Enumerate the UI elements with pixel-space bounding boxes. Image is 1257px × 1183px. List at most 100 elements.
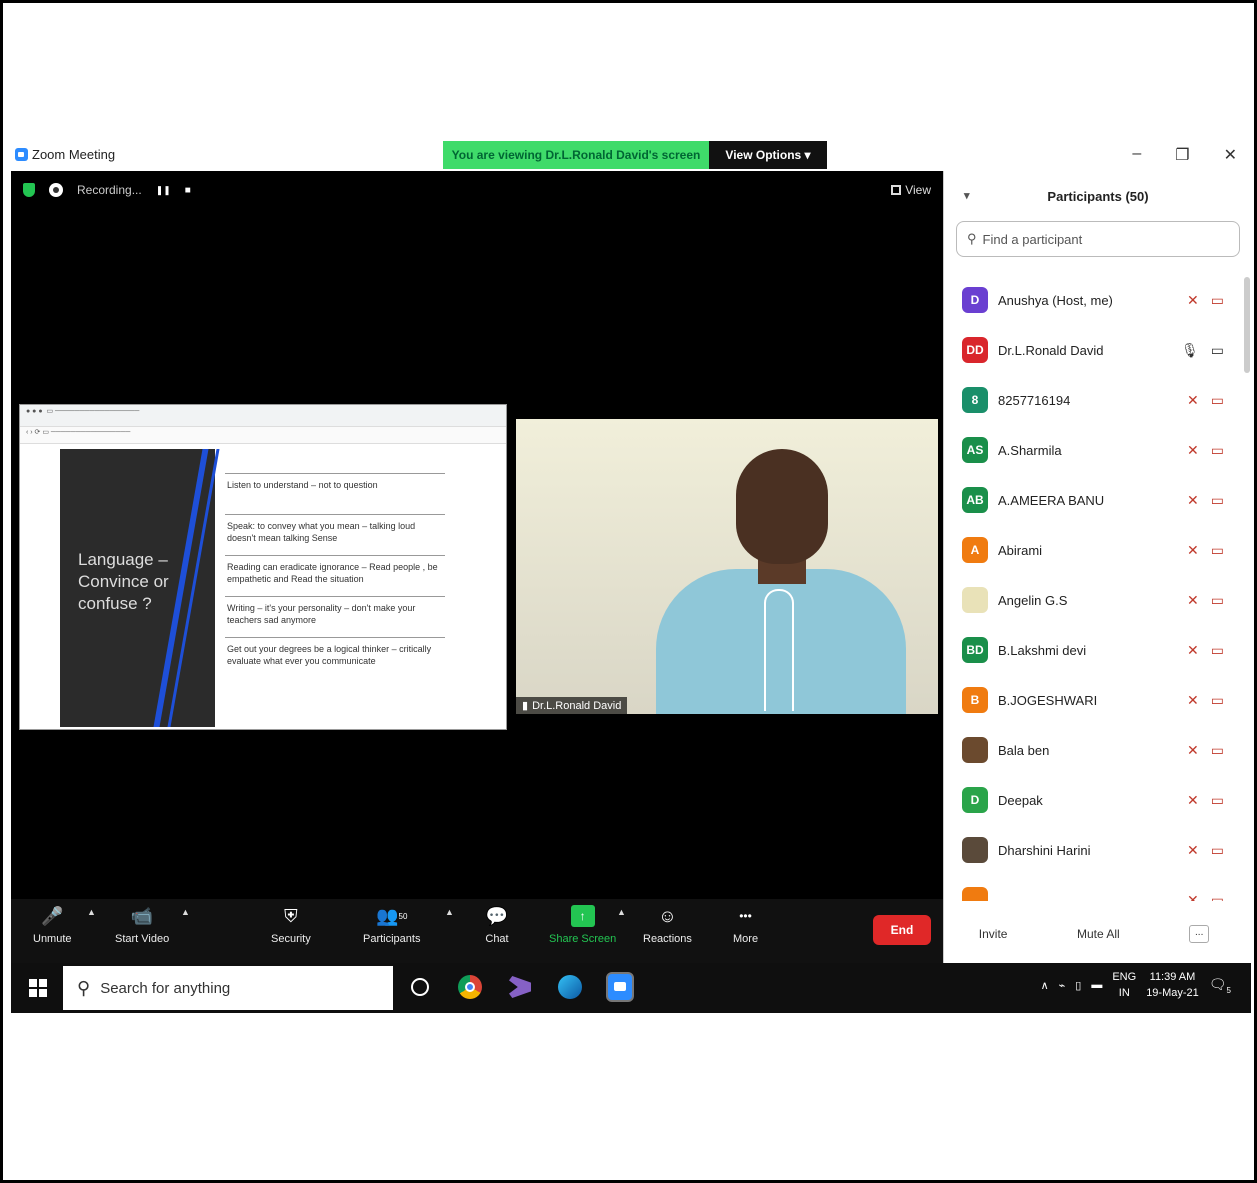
network-icon[interactable]: ⌁ (1059, 979, 1066, 992)
microphone-muted-icon: ✕ (1187, 591, 1199, 608)
display-icon[interactable]: ▬ (1091, 979, 1102, 991)
participant-row[interactable]: D Anushya (Host, me) ✕ ▭ (944, 275, 1244, 325)
video-off-icon: ▭ (1210, 591, 1224, 608)
window-controls: – ❐ ✕ (1132, 145, 1237, 165)
participant-row[interactable]: Dharshini Harini ✕ ▭ (944, 825, 1244, 875)
security-button[interactable]: ⛨ Security (271, 905, 311, 946)
unmute-button[interactable]: 🎤 Unmute (33, 905, 72, 946)
participant-row[interactable]: D Deepak ✕ ▭ (944, 775, 1244, 825)
participant-name: Deepak (998, 792, 1043, 808)
video-off-icon: ▭ (1210, 291, 1224, 308)
minimize-button[interactable]: – (1132, 145, 1141, 165)
start-video-button[interactable]: 📹 Start Video (115, 905, 169, 946)
pause-recording-icon[interactable]: ❚❚ (156, 185, 171, 196)
notifications-icon[interactable]: 🗨5 (1209, 976, 1231, 995)
participants-footer: Invite Mute All ... (944, 925, 1244, 943)
participant-name: Dr.L.Ronald David (998, 342, 1104, 358)
participant-status-icons: ✕ ▭ (1187, 442, 1224, 459)
participant-status-icons: 🎙 ▭ (1181, 342, 1224, 359)
chrome-icon[interactable] (456, 971, 484, 1003)
video-options-caret-icon[interactable]: ▲ (181, 907, 190, 917)
search-icon: ⚲ (77, 977, 91, 998)
window-titlebar: Zoom Meeting You are viewing Dr.L.Ronald… (11, 141, 1251, 171)
windows-taskbar: ⚲ Search for anything ∧ ⌁ ▯ ▬ ENG IN 11:… (11, 963, 1251, 1013)
clock-time: 11:39 AM (1149, 971, 1196, 983)
meeting-area: Recording... ❚❚ ■ View ● ● ● ▭ ─────────… (11, 171, 943, 963)
restore-button[interactable]: ❐ (1175, 145, 1189, 165)
visual-studio-icon[interactable] (506, 971, 534, 1003)
meeting-toolbar: 🎤 Unmute ▲ 📹 Start Video ▲ ⛨ Security 👥 5… (11, 899, 943, 963)
share-options-caret-icon[interactable]: ▲ (617, 907, 626, 917)
participant-row[interactable]: BD B.Lakshmi devi ✕ ▭ (944, 625, 1244, 675)
reactions-button[interactable]: ☺ Reactions (643, 905, 692, 946)
participant-row[interactable]: Angelin G.S ✕ ▭ (944, 575, 1244, 625)
participant-row[interactable]: 8 8257716194 ✕ ▭ (944, 375, 1244, 425)
participant-row[interactable]: DD Dr.L.Ronald David 🎙 ▭ (944, 325, 1244, 375)
chat-button[interactable]: 💬 Chat (485, 905, 509, 946)
encryption-shield-icon[interactable] (23, 183, 35, 197)
windows-start-icon[interactable] (29, 979, 47, 997)
participant-name: B.JOGESHWARI (998, 692, 1098, 708)
tray-chevron-icon[interactable]: ∧ (1041, 979, 1049, 992)
participants-panel: ▾ Participants (50) ⚲ Find a participant… (943, 171, 1252, 963)
video-off-icon: 📹 (130, 905, 154, 926)
video-off-icon: ▭ (1210, 791, 1224, 808)
more-button[interactable]: ••• More (733, 905, 758, 945)
participants-scrollbar[interactable] (1244, 277, 1250, 373)
participants-caret-icon[interactable]: ▲ (445, 907, 454, 917)
participant-status-icons: ✕ ▭ (1187, 692, 1224, 709)
participant-row[interactable]: B B.JOGESHWARI ✕ ▭ (944, 675, 1244, 725)
view-label: View (905, 183, 931, 197)
battery-icon[interactable]: ▯ (1075, 979, 1081, 992)
zoom-app-icon[interactable] (606, 971, 634, 1003)
taskbar-search[interactable]: ⚲ Search for anything (63, 966, 393, 1010)
share-screen-button[interactable]: ↑ Share Screen (549, 905, 616, 945)
language-indicator[interactable]: ENG IN (1112, 969, 1136, 1001)
clock[interactable]: 11:39 AM 19-May-21 (1146, 969, 1199, 1001)
cortana-icon[interactable] (406, 971, 434, 1003)
participant-status-icons: ✕ ▭ (1187, 842, 1224, 859)
app-title: Zoom Meeting (15, 147, 115, 162)
recording-bar: Recording... ❚❚ ■ (23, 183, 191, 197)
view-button[interactable]: View (891, 183, 931, 197)
shared-screen: ● ● ● ▭ ───────────────── ‹ › ⟳ ▭ ──────… (19, 404, 507, 730)
video-off-icon: ▭ (1210, 741, 1224, 758)
participant-status-icons: ✕ ▭ (1187, 742, 1224, 759)
participant-row[interactable]: AB A.AMEERA BANU ✕ ▭ (944, 475, 1244, 525)
participants-button[interactable]: 👥 50 Participants (363, 905, 421, 946)
close-button[interactable]: ✕ (1224, 145, 1237, 165)
participant-status-icons: ✕ ▭ (1187, 892, 1224, 902)
participant-row[interactable]: A Abirami ✕ ▭ (944, 525, 1244, 575)
participant-row[interactable]: Bala ben ✕ ▭ (944, 725, 1244, 775)
speaker-video-tile[interactable]: ▮ Dr.L.Ronald David (516, 419, 938, 714)
participant-row[interactable]: AS A.Sharmila ✕ ▭ (944, 425, 1244, 475)
microphone-muted-icon: ✕ (1187, 541, 1199, 558)
participants-label: Participants (363, 933, 421, 945)
microphone-muted-icon: ✕ (1187, 391, 1199, 408)
microphone-muted-icon: ✕ (1187, 441, 1199, 458)
video-off-icon: ▭ (1210, 491, 1224, 508)
participant-name: ... (998, 892, 1009, 902)
system-tray: ∧ ⌁ ▯ ▬ ENG IN 11:39 AM 19-May-21 🗨5 (1041, 969, 1231, 1001)
participant-row[interactable]: ... ✕ ▭ (944, 875, 1244, 901)
end-meeting-button[interactable]: End (873, 915, 931, 945)
more-label: More (733, 933, 759, 945)
participants-icon: 👥 50 (376, 905, 407, 927)
microphone-muted-icon: ✕ (1187, 741, 1199, 758)
collapse-chevron-icon[interactable]: ▾ (964, 189, 970, 202)
browser-tab-bar: ● ● ● ▭ ───────────────── (20, 405, 506, 427)
more-options-button[interactable]: ... (1189, 925, 1210, 943)
participants-glyph: 👥 (376, 905, 399, 926)
participant-search[interactable]: ⚲ Find a participant (956, 221, 1240, 257)
view-options-button[interactable]: View Options ▾ (709, 141, 827, 169)
edge-icon[interactable] (556, 971, 584, 1003)
reactions-label: Reactions (643, 933, 692, 945)
invite-button[interactable]: Invite (979, 927, 1008, 941)
audio-options-caret-icon[interactable]: ▲ (87, 907, 96, 917)
microphone-muted-icon: ✕ (1187, 691, 1199, 708)
presentation-slide: Language – Convince or confuse ? Listen … (60, 449, 460, 727)
view-options-label: View Options (725, 148, 802, 162)
mute-all-button[interactable]: Mute All (1077, 927, 1120, 941)
participant-name: 8257716194 (998, 392, 1071, 408)
stop-recording-icon[interactable]: ■ (185, 185, 191, 196)
